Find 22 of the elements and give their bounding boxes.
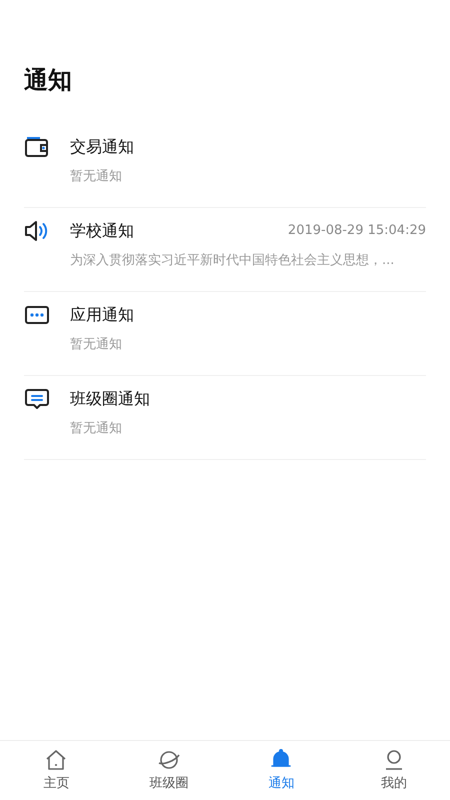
tab[interactable]: 主页 [0, 741, 112, 800]
notification-item[interactable]: 学校通知 2019-08-29 15:04:29 为深入贯彻落实习近平新时代中国特色社会主义思想，... [24, 208, 426, 292]
notification-preview: 为深入贯彻落实习近平新时代中国特色社会主义思想，... [70, 252, 394, 270]
notification-title: 班级圈通知 [70, 388, 150, 410]
tab[interactable]: 我的 [338, 741, 450, 800]
notification-preview: 暂无通知 [70, 420, 122, 438]
wallet-icon [24, 134, 50, 160]
notification-preview: 暂无通知 [70, 168, 122, 186]
tab[interactable]: 通知 [225, 741, 338, 800]
notification-title: 学校通知 [70, 220, 134, 242]
notification-item[interactable]: 交易通知 暂无通知 [24, 124, 426, 208]
notification-title: 交易通知 [70, 136, 134, 158]
notification-time: 2019-08-29 15:04:29 [288, 222, 426, 240]
chat-icon [24, 386, 50, 412]
page-title: 通知 [24, 65, 72, 96]
tab[interactable]: 班级圈 [112, 741, 225, 800]
notification-preview: 暂无通知 [70, 336, 122, 354]
notification-item[interactable]: 应用通知 暂无通知 [24, 292, 426, 376]
home-icon [44, 748, 68, 772]
notification-title: 应用通知 [70, 304, 134, 326]
speaker-icon [24, 218, 50, 244]
notification-item[interactable]: 班级圈通知 暂无通知 [24, 376, 426, 460]
